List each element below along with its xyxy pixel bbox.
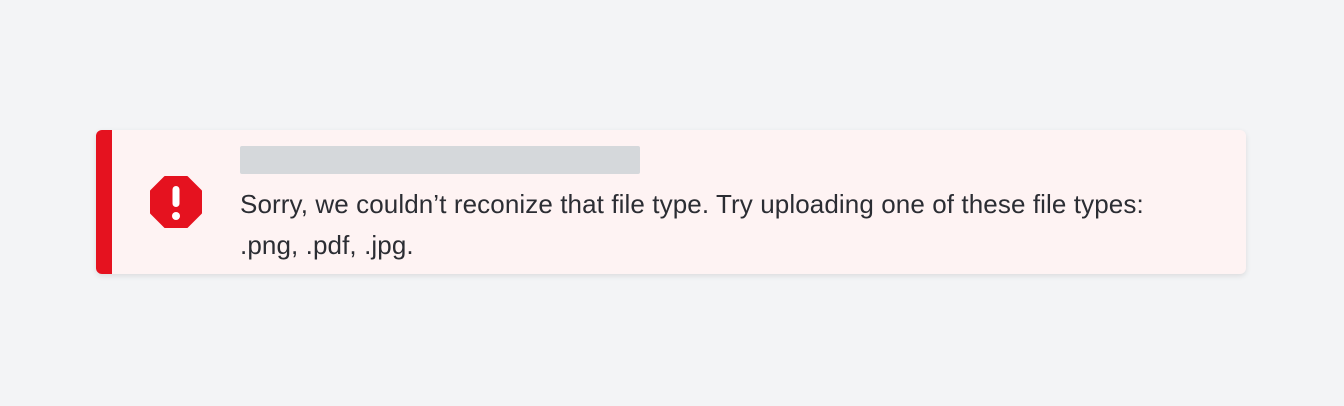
alert-title-placeholder xyxy=(240,146,640,174)
error-alert: Sorry, we couldn’t reconize that file ty… xyxy=(96,130,1246,274)
alert-message: Sorry, we couldn’t reconize that file ty… xyxy=(240,189,1144,260)
alert-accent-bar xyxy=(96,130,112,274)
exclamation-octagon-icon xyxy=(148,174,204,230)
